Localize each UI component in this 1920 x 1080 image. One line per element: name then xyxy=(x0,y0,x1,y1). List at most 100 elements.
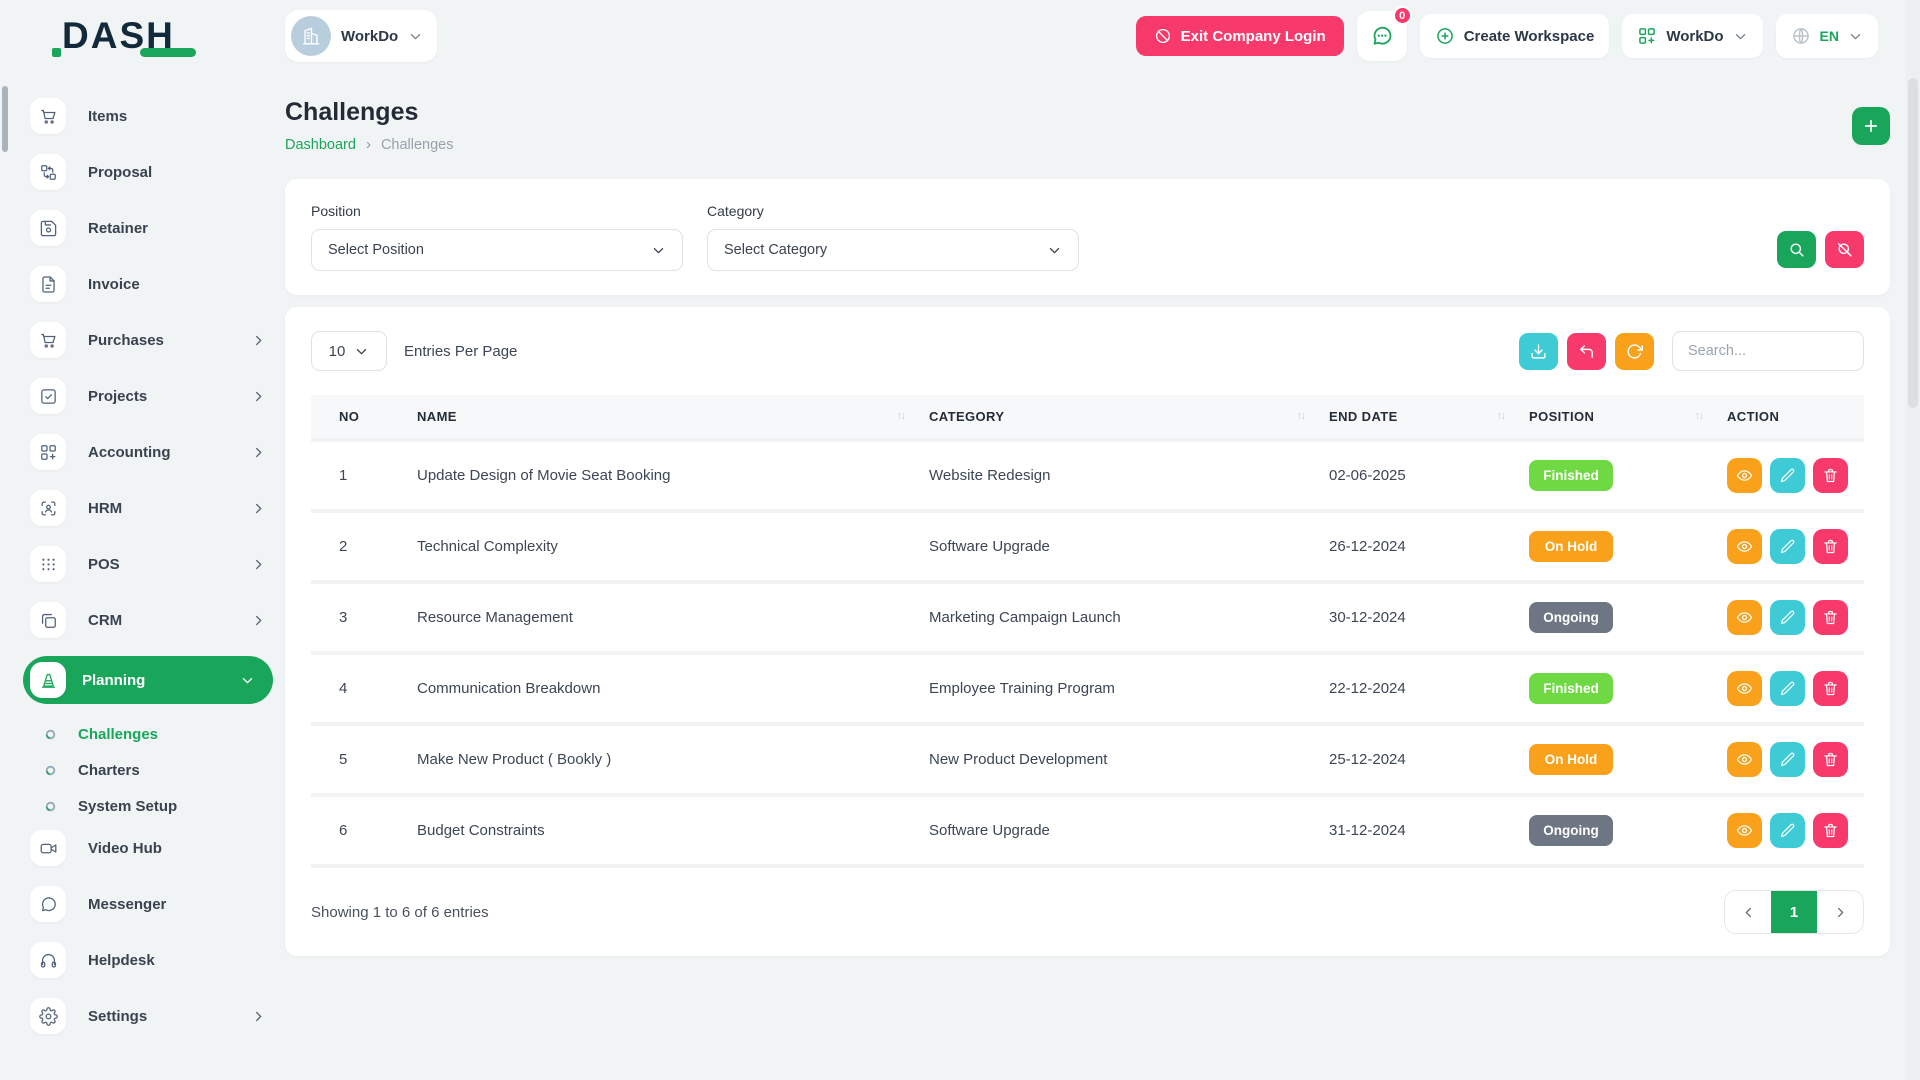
sidebar-item-icon xyxy=(30,378,66,414)
breadcrumb-separator-icon: › xyxy=(366,136,371,153)
position-badge: Finished xyxy=(1529,460,1613,491)
cell-name: Resource Management xyxy=(403,584,915,655)
refresh-button[interactable] xyxy=(1615,333,1654,370)
create-workspace-label: Create Workspace xyxy=(1464,28,1595,45)
edit-button[interactable] xyxy=(1770,671,1805,706)
sidebar-item-label: Retainer xyxy=(88,220,148,237)
view-button[interactable] xyxy=(1727,671,1762,706)
view-button[interactable] xyxy=(1727,600,1762,635)
sidebar-item-video-hub[interactable]: Video Hub xyxy=(30,828,266,868)
row-actions xyxy=(1727,813,1850,848)
page-scrollbar-thumb[interactable] xyxy=(1908,78,1918,408)
refresh-icon xyxy=(1626,343,1643,360)
sidebar-item-icon xyxy=(30,434,66,470)
table-search-input[interactable] xyxy=(1672,331,1864,371)
delete-button[interactable] xyxy=(1813,671,1848,706)
delete-button[interactable] xyxy=(1813,529,1848,564)
sidebar-item-proposal[interactable]: Proposal xyxy=(30,152,266,192)
sidebar-subitem-challenges[interactable]: Challenges xyxy=(44,720,285,748)
reset-button[interactable] xyxy=(1567,333,1606,370)
exit-company-login-button[interactable]: Exit Company Login xyxy=(1136,16,1344,56)
sidebar-item-icon xyxy=(30,98,66,134)
view-button[interactable] xyxy=(1727,742,1762,777)
cell-end-date: 30-12-2024 xyxy=(1315,584,1515,655)
sidebar-item-projects[interactable]: Projects xyxy=(30,376,266,416)
sidebar-scrollbar[interactable] xyxy=(2,86,8,152)
delete-button[interactable] xyxy=(1813,813,1848,848)
edit-button[interactable] xyxy=(1770,529,1805,564)
sidebar-item-pos[interactable]: POS xyxy=(30,544,266,584)
edit-button[interactable] xyxy=(1770,600,1805,635)
create-workspace-button[interactable]: Create Workspace xyxy=(1420,14,1610,58)
column-header-category[interactable]: CATEGORY↑↓ xyxy=(915,395,1315,442)
pagination-next-button[interactable] xyxy=(1817,891,1863,933)
position-filter-group: Position Select Position xyxy=(311,203,683,271)
cell-end-date: 25-12-2024 xyxy=(1315,726,1515,797)
chevron-down-icon xyxy=(1733,29,1748,44)
delete-button[interactable] xyxy=(1813,600,1848,635)
chevron-right-icon xyxy=(1833,905,1848,920)
sidebar-subitem-charters[interactable]: Charters xyxy=(44,756,285,784)
sidebar-item-purchases[interactable]: Purchases xyxy=(30,320,266,360)
cell-end-date: 31-12-2024 xyxy=(1315,797,1515,868)
sidebar-subitem-system-setup[interactable]: System Setup xyxy=(44,792,285,820)
sidebar-item-invoice[interactable]: Invoice xyxy=(30,264,266,304)
row-actions xyxy=(1727,529,1850,564)
sidebar-item-accounting[interactable]: Accounting xyxy=(30,432,266,472)
page-scrollbar[interactable] xyxy=(1906,0,1920,1080)
position-select[interactable]: Select Position xyxy=(311,229,683,271)
entries-per-page-select[interactable]: 10 xyxy=(311,331,387,371)
delete-button[interactable] xyxy=(1813,742,1848,777)
eye-icon xyxy=(1736,822,1753,839)
export-button[interactable] xyxy=(1519,333,1558,370)
pagination-page-1-button[interactable]: 1 xyxy=(1771,891,1817,933)
pencil-icon xyxy=(1779,680,1796,697)
sidebar-item-settings[interactable]: Settings xyxy=(30,996,266,1036)
cell-category: Employee Training Program xyxy=(915,655,1315,726)
undo-icon xyxy=(1578,343,1595,360)
category-filter-group: Category Select Category xyxy=(707,203,1079,271)
column-header-name[interactable]: NAME↑↓ xyxy=(403,395,915,442)
category-select[interactable]: Select Category xyxy=(707,229,1079,271)
language-selector[interactable]: EN xyxy=(1776,14,1878,58)
edit-button[interactable] xyxy=(1770,813,1805,848)
messages-button[interactable]: 0 xyxy=(1357,11,1407,61)
sidebar-item-hrm[interactable]: HRM xyxy=(30,488,266,528)
view-button[interactable] xyxy=(1727,529,1762,564)
sidebar-item-helpdesk[interactable]: Helpdesk xyxy=(30,940,266,980)
edit-button[interactable] xyxy=(1770,458,1805,493)
sidebar-item-items[interactable]: Items xyxy=(30,96,266,136)
column-header-end-date[interactable]: END DATE↑↓ xyxy=(1315,395,1515,442)
delete-button[interactable] xyxy=(1813,458,1848,493)
breadcrumb-dashboard-link[interactable]: Dashboard xyxy=(285,137,356,153)
sidebar-item-icon xyxy=(30,998,66,1034)
table-row: 1 Update Design of Movie Seat Booking We… xyxy=(311,442,1864,513)
cell-no: 2 xyxy=(311,513,403,584)
sidebar-item-planning[interactable]: Planning xyxy=(23,656,273,704)
column-header-position[interactable]: POSITION↑↓ xyxy=(1515,395,1713,442)
workspace-selector[interactable]: WorkDo xyxy=(1622,14,1762,58)
sidebar-item-messenger[interactable]: Messenger xyxy=(30,884,266,924)
chevron-down-icon xyxy=(1848,29,1863,44)
sidebar-item-icon xyxy=(30,602,66,638)
pagination-prev-button[interactable] xyxy=(1725,891,1771,933)
row-actions xyxy=(1727,671,1850,706)
submenu-bullet-icon xyxy=(44,800,57,813)
apply-filter-button[interactable] xyxy=(1777,231,1816,268)
edit-button[interactable] xyxy=(1770,742,1805,777)
cell-category: Software Upgrade xyxy=(915,797,1315,868)
page-title: Challenges xyxy=(285,98,454,127)
clear-filter-button[interactable] xyxy=(1825,231,1864,268)
view-button[interactable] xyxy=(1727,458,1762,493)
view-button[interactable] xyxy=(1727,813,1762,848)
cell-category: New Product Development xyxy=(915,726,1315,797)
trash-icon xyxy=(1822,467,1839,484)
trash-icon xyxy=(1822,751,1839,768)
add-challenge-button[interactable] xyxy=(1852,107,1890,145)
sidebar-item-retainer[interactable]: Retainer xyxy=(30,208,266,248)
app-logo[interactable]: DASH xyxy=(0,15,285,57)
company-selector[interactable]: WorkDo xyxy=(285,10,437,62)
cell-end-date: 02-06-2025 xyxy=(1315,442,1515,513)
row-actions xyxy=(1727,742,1850,777)
sidebar-item-crm[interactable]: CRM xyxy=(30,600,266,640)
